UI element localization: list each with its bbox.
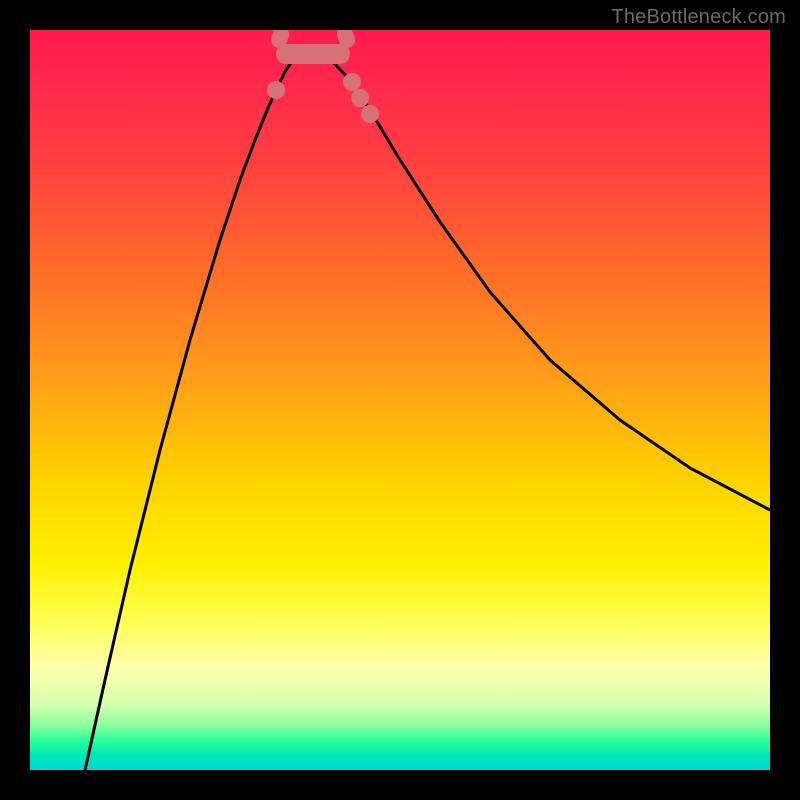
valley-marker-right-1 — [343, 73, 361, 91]
watermark-text: TheBottleneck.com — [611, 6, 786, 29]
bottleneck-curve-path — [85, 52, 770, 770]
bottleneck-curve — [85, 52, 770, 770]
valley-marker-right-2 — [351, 89, 369, 107]
curve-layer — [30, 30, 770, 770]
valley-marker-right-3 — [361, 105, 379, 123]
plot-area — [30, 30, 770, 770]
valley-pill — [276, 44, 350, 64]
chart-stage: TheBottleneck.com — [0, 0, 800, 800]
valley-marker-left — [267, 81, 285, 99]
